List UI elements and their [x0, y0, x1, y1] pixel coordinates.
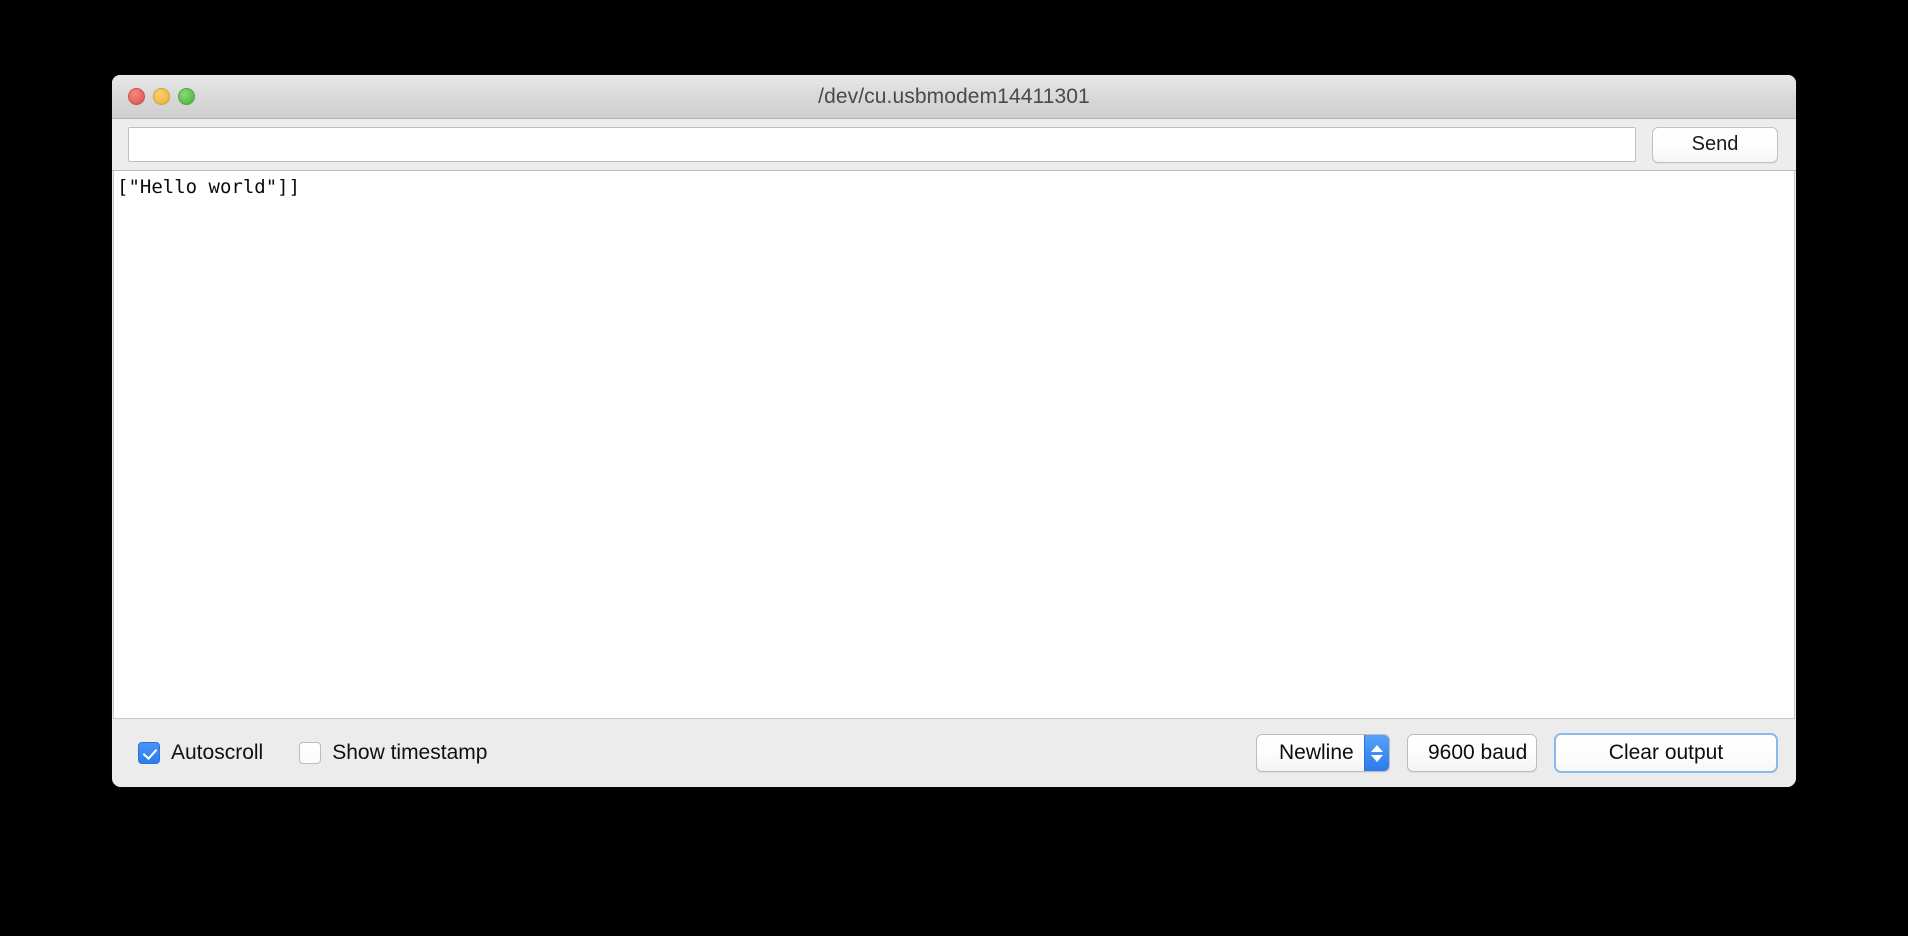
autoscroll-checkbox-group[interactable]: Autoscroll — [138, 741, 263, 765]
bottom-toolbar: Autoscroll Show timestamp Newline 9600 b… — [112, 719, 1796, 787]
chevron-up-icon — [1371, 744, 1384, 752]
autoscroll-label: Autoscroll — [171, 741, 264, 764]
output-line: ["Hello world"]] — [117, 176, 301, 198]
close-button-icon[interactable] — [128, 88, 145, 105]
serial-output-area[interactable]: ["Hello world"]] — [113, 171, 1795, 719]
chevron-down-icon — [1371, 754, 1384, 762]
baud-rate-select[interactable]: 9600 baud — [1407, 734, 1537, 772]
window-title: /dev/cu.usbmodem14411301 — [818, 84, 1090, 108]
line-ending-stepper-icon[interactable] — [1363, 735, 1389, 771]
show-timestamp-checkbox-icon[interactable] — [299, 742, 322, 764]
window-titlebar: /dev/cu.usbmodem14411301 — [112, 75, 1796, 119]
show-timestamp-checkbox-group[interactable]: Show timestamp — [299, 741, 487, 765]
minimize-button-icon[interactable] — [153, 88, 170, 105]
autoscroll-checkbox-icon[interactable] — [138, 742, 160, 764]
line-ending-value: Newline — [1279, 741, 1354, 764]
baud-rate-value: 9600 baud — [1428, 741, 1528, 764]
show-timestamp-label: Show timestamp — [332, 741, 488, 764]
line-ending-select[interactable]: Newline — [1256, 734, 1390, 772]
clear-output-button[interactable]: Clear output — [1554, 733, 1778, 773]
zoom-button-icon[interactable] — [178, 88, 195, 105]
send-button[interactable]: Send — [1652, 126, 1778, 163]
send-toolbar: Send — [112, 119, 1796, 171]
traffic-lights — [128, 75, 195, 118]
serial-monitor-window: /dev/cu.usbmodem14411301 Send ["Hello wo… — [112, 75, 1796, 787]
send-input[interactable] — [128, 127, 1636, 162]
